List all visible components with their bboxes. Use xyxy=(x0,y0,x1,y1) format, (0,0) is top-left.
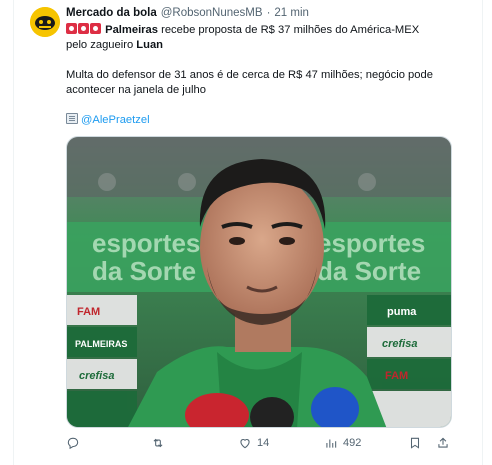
author-handle[interactable]: @RobsonNunesMB xyxy=(161,6,263,21)
sponsor-board: FAM xyxy=(385,370,408,382)
author-avatar[interactable] xyxy=(30,7,60,37)
tweet-media-image[interactable]: esportes da Sorte esportes da Sorte FAM … xyxy=(66,136,452,428)
author-name[interactable]: Mercado da bola xyxy=(66,6,157,21)
tweet-paragraph-2: Multa do defensor de 31 anos é de cerca … xyxy=(66,69,433,96)
retweet-button[interactable] xyxy=(151,436,165,450)
player-name: Luan xyxy=(136,39,164,51)
mention-link[interactable]: @AlePraetzel xyxy=(81,114,150,126)
views-icon xyxy=(326,439,337,448)
backdrop-text-1: esportes xyxy=(92,228,200,258)
siren-emoji-icon xyxy=(66,23,77,34)
bookmark-icon xyxy=(410,437,420,449)
svg-text:da Sorte: da Sorte xyxy=(317,256,421,286)
tweet-header: Mercado da bola @RobsonNunesMB · 21 min xyxy=(66,6,452,21)
sponsor-board: puma xyxy=(387,306,417,318)
tweet-actions-bar: 14 492 xyxy=(66,436,452,452)
reply-icon xyxy=(67,437,79,450)
siren-emoji-icon xyxy=(90,23,101,34)
like-button[interactable]: 14 xyxy=(238,436,269,450)
club-name: Palmeiras xyxy=(105,24,158,36)
backdrop-text-2: da Sorte xyxy=(92,256,196,286)
heart-icon xyxy=(240,439,250,449)
sponsor-board: crefisa xyxy=(382,338,417,350)
tweet-line-1-text: recebe proposta de R$ 37 milhões do Amér… xyxy=(157,24,420,36)
sponsor-board: FAM xyxy=(77,306,100,318)
sponsor-board: crefisa xyxy=(79,370,114,382)
sponsor-board: PALMEIRAS xyxy=(75,339,127,349)
tweet-line-2-text: pelo zagueiro xyxy=(66,39,137,51)
tweet-line-2: pelo zagueiro Luan xyxy=(66,38,452,53)
tweet-content: Mercado da bola @RobsonNunesMB · 21 min … xyxy=(66,6,452,128)
share-button[interactable] xyxy=(436,436,450,450)
tweet-text: Palmeiras recebe proposta de R$ 37 milhõ… xyxy=(66,23,452,128)
share-icon xyxy=(438,437,448,448)
like-count: 14 xyxy=(257,437,270,449)
interview-photo: esportes da Sorte esportes da Sorte FAM … xyxy=(67,137,451,427)
newspaper-emoji-icon xyxy=(66,113,78,124)
tweet-credit: @AlePraetzel xyxy=(66,113,452,128)
reply-button[interactable] xyxy=(66,436,80,450)
tweet-line-1: Palmeiras recebe proposta de R$ 37 milhõ… xyxy=(66,23,452,38)
views-button[interactable]: 492 xyxy=(324,436,361,450)
header-separator: · xyxy=(266,7,271,19)
retweet-icon xyxy=(153,438,163,448)
tweet-timestamp[interactable]: 21 min xyxy=(274,6,309,21)
mercado-logo-icon xyxy=(30,7,60,37)
siren-emoji-icon xyxy=(78,23,89,34)
bookmark-button[interactable] xyxy=(408,436,422,450)
view-count: 492 xyxy=(343,437,362,449)
svg-text:esportes: esportes xyxy=(317,228,425,258)
